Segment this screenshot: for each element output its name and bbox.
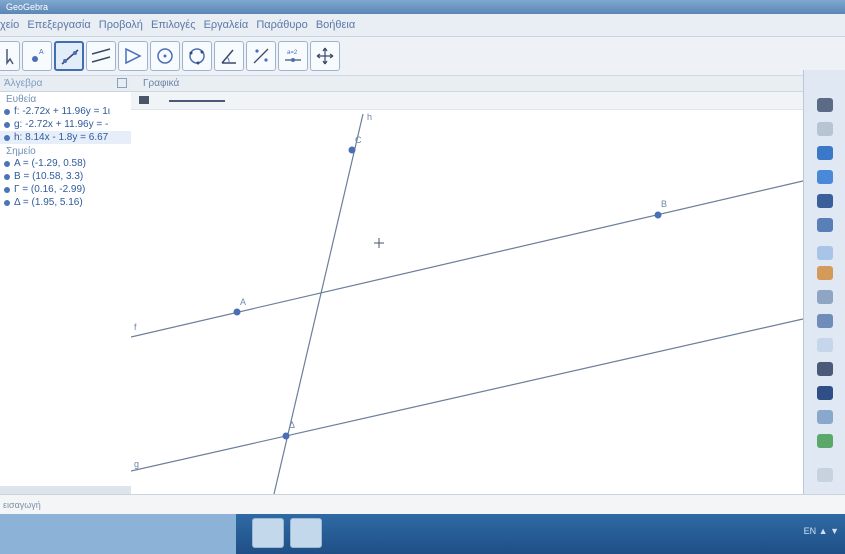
graphics-view[interactable]: A B C Δ f g h Γραφικά: [131, 76, 803, 494]
menu-tools[interactable]: Εργαλεία: [204, 19, 249, 31]
graphics-title: Γραφικά: [143, 78, 180, 89]
algebra-item-A[interactable]: A = (-1.29, 0.58): [0, 157, 131, 170]
input-bar-label: εισαγωγή: [3, 500, 41, 510]
circle-tool[interactable]: [150, 41, 180, 71]
point-tool[interactable]: A: [22, 41, 52, 71]
algebra-view: Άλγεβρα Ευθεία f: -2.72x + 11.96y = 1ι g…: [0, 76, 132, 494]
parallel-line-tool[interactable]: [86, 41, 116, 71]
category-lines: Ευθεία: [6, 94, 37, 105]
svg-text:a=2: a=2: [287, 50, 298, 56]
algebra-item-Gamma[interactable]: Γ = (0.16, -2.99): [0, 183, 131, 196]
line-g[interactable]: [131, 318, 803, 472]
slider-tool[interactable]: a=2: [278, 41, 308, 71]
menu-options[interactable]: Επιλογές: [151, 19, 196, 31]
polygon-tool[interactable]: [118, 41, 148, 71]
label-D: Δ: [289, 420, 295, 430]
graphics-header: Γραφικά: [131, 76, 803, 92]
menu-bar: χείο Επεξεργασία Προβολή Επιλογές Εργαλε…: [0, 14, 845, 37]
fill-icon[interactable]: [817, 266, 833, 280]
reflect-tool[interactable]: [246, 41, 276, 71]
algebra-item-h[interactable]: h: 8.14x - 1.8y = 6.67: [0, 131, 131, 144]
taskbar: EN ▲ ▼: [0, 514, 845, 554]
algebra-item-B[interactable]: B = (10.58, 3.3): [0, 170, 131, 183]
visibility-dot-icon[interactable]: [4, 161, 10, 167]
menu-file[interactable]: χείο: [0, 19, 19, 31]
point-D[interactable]: [282, 432, 290, 440]
clear-icon[interactable]: [817, 338, 833, 352]
algebra-item-label: f: -2.72x + 11.96y = 1ι: [14, 106, 110, 117]
menu-edit[interactable]: Επεξεργασία: [27, 19, 90, 31]
visibility-dot-icon[interactable]: [4, 174, 10, 180]
line-draw-icon[interactable]: [817, 218, 833, 232]
shape-icon[interactable]: [817, 246, 833, 260]
category-points: Σημείο: [6, 146, 36, 157]
algebra-item-label: A = (-1.29, 0.58): [14, 158, 86, 169]
visibility-dot-icon[interactable]: [4, 135, 10, 141]
app-title: GeoGebra: [6, 2, 49, 12]
pen-icon[interactable]: [817, 146, 833, 160]
label-C: C: [355, 135, 362, 145]
toolbox-icon[interactable]: [817, 410, 833, 424]
algebra-title: Άλγεβρα: [4, 78, 43, 89]
line-tool[interactable]: [54, 41, 84, 71]
algebra-item-label: h: 8.14x - 1.8y = 6.67: [14, 132, 109, 143]
input-bar[interactable]: εισαγωγή: [0, 494, 845, 515]
text-tool-icon[interactable]: [817, 314, 833, 328]
svg-text:A: A: [39, 49, 44, 56]
move-graphics-tool[interactable]: [310, 41, 340, 71]
highlighter-icon[interactable]: [817, 170, 833, 184]
toolbar: A a=2: [0, 37, 845, 76]
label-B: B: [661, 199, 667, 209]
style-bar: [131, 92, 803, 110]
color-swatch-icon[interactable]: [139, 96, 149, 104]
angle-tool[interactable]: [214, 41, 244, 71]
algebra-header: Άλγεβρα: [0, 76, 131, 92]
algebra-item-g[interactable]: g: -2.72x + 11.96y = -: [0, 118, 131, 131]
algebra-item-label: B = (10.58, 3.3): [14, 171, 84, 182]
settings-icon[interactable]: [817, 468, 833, 482]
resource-icon[interactable]: [817, 434, 833, 448]
algebra-item-Delta[interactable]: Δ = (1.95, 5.16): [0, 196, 131, 209]
point-B[interactable]: [654, 211, 662, 219]
algebra-item-label: Δ = (1.95, 5.16): [14, 197, 83, 208]
point-C[interactable]: [348, 146, 356, 154]
algebra-item-label: g: -2.72x + 11.96y = -: [14, 119, 109, 130]
line-f[interactable]: [131, 180, 803, 338]
screen-icon[interactable]: [817, 386, 833, 400]
circle-three-points-tool[interactable]: [182, 41, 212, 71]
move-tool[interactable]: [0, 41, 20, 71]
label-f: f: [134, 322, 137, 332]
visibility-dot-icon[interactable]: [4, 200, 10, 206]
line-style-icon[interactable]: [169, 100, 225, 102]
visibility-dot-icon[interactable]: [4, 122, 10, 128]
label-g: g: [134, 459, 139, 469]
tray-text: EN ▲ ▼: [803, 526, 839, 536]
algebra-item-label: Γ = (0.16, -2.99): [14, 184, 86, 195]
menu-help[interactable]: Βοήθεια: [316, 19, 355, 31]
select-pointer-icon[interactable]: [817, 98, 833, 112]
point-A[interactable]: [233, 308, 241, 316]
label-h: h: [367, 112, 372, 122]
algebra-scrollbar[interactable]: [0, 486, 131, 494]
label-A: A: [240, 297, 246, 307]
visibility-dot-icon[interactable]: [4, 109, 10, 115]
pen-toolbar: [803, 70, 845, 500]
eraser-icon[interactable]: [817, 290, 833, 304]
taskbar-start-area[interactable]: [0, 514, 236, 554]
taskbar-app-icon[interactable]: [252, 518, 284, 548]
crosshair-cursor-icon: [374, 238, 384, 248]
title-bar: GeoGebra: [0, 0, 845, 14]
menu-window[interactable]: Παράθυρο: [256, 19, 307, 31]
taskbar-app-icon[interactable]: [290, 518, 322, 548]
close-icon[interactable]: [117, 78, 127, 88]
record-icon[interactable]: [817, 362, 833, 376]
creative-pen-icon[interactable]: [817, 194, 833, 208]
hand-icon[interactable]: [817, 122, 833, 136]
algebra-item-f[interactable]: f: -2.72x + 11.96y = 1ι: [0, 105, 131, 118]
graphics-canvas[interactable]: A B C Δ f g h: [131, 76, 803, 494]
menu-view[interactable]: Προβολή: [99, 19, 143, 31]
visibility-dot-icon[interactable]: [4, 187, 10, 193]
